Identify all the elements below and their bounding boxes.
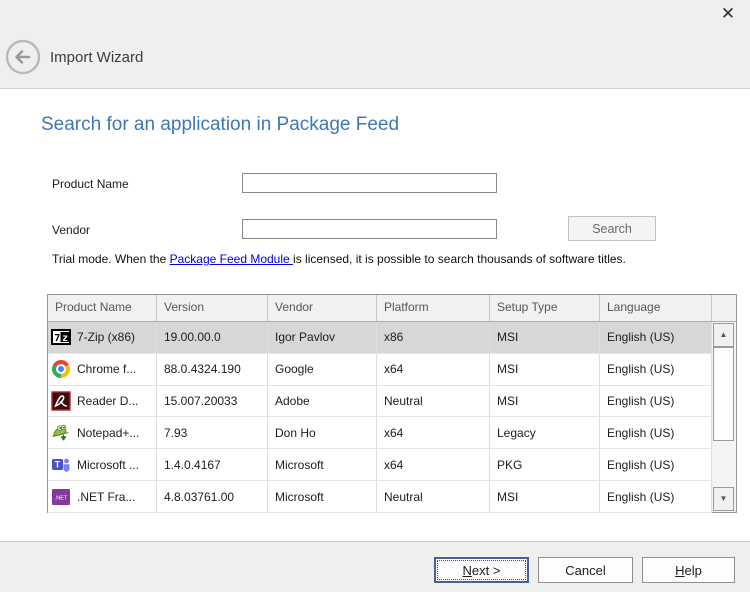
cell-vendor: Don Ho (268, 417, 377, 448)
cell-vendor: Microsoft (268, 481, 377, 512)
table-row[interactable]: Chrome f... 88.0.4324.190Googlex64MSIEngl… (48, 354, 712, 386)
cell-product: Notepad+... (48, 417, 157, 448)
cell-platform: Neutral (377, 481, 490, 512)
cell-version: 19.00.00.0 (157, 322, 268, 353)
cell-version: 88.0.4324.190 (157, 354, 268, 385)
cell-setup-type: PKG (490, 449, 600, 480)
column-header-spacer (712, 295, 736, 321)
import-wizard-dialog: ✕ Import Wizard Search for an applicatio… (0, 0, 750, 592)
back-arrow-icon (5, 39, 41, 75)
cell-vendor: Microsoft (268, 449, 377, 480)
svg-text:z: z (62, 333, 68, 344)
chrome-icon (51, 359, 71, 379)
cell-vendor: Adobe (268, 386, 377, 417)
cell-language: English (US) (600, 322, 712, 353)
dotnet-icon: .NET (51, 487, 71, 507)
cell-setup-type: MSI (490, 354, 600, 385)
cell-setup-type: MSI (490, 386, 600, 417)
svg-text:T: T (55, 459, 61, 469)
close-icon[interactable]: ✕ (715, 2, 741, 26)
cell-version: 4.8.03761.00 (157, 481, 268, 512)
adobe-reader-icon (51, 391, 71, 411)
vendor-input[interactable] (242, 219, 497, 239)
search-button[interactable]: Search (568, 216, 656, 241)
table-row[interactable]: .NET .NET Fra... 4.8.03761.00MicrosoftNeut… (48, 481, 712, 513)
svg-text:.NET: .NET (55, 495, 68, 501)
column-header-setup-type[interactable]: Setup Type (490, 295, 600, 321)
cell-product: Chrome f... (48, 354, 157, 385)
column-header-platform[interactable]: Platform (377, 295, 490, 321)
product-name-input[interactable] (242, 173, 497, 193)
next-button[interactable]: Next > (434, 557, 529, 583)
cell-product: T Microsoft ... (48, 449, 157, 480)
vertical-scrollbar[interactable]: ▲ ▼ (712, 322, 736, 512)
notepad-plus-plus-icon (51, 423, 71, 443)
cell-version: 1.4.0.4167 (157, 449, 268, 480)
cell-version: 15.007.20033 (157, 386, 268, 417)
microsoft-teams-icon: T (51, 455, 71, 475)
package-feed-module-link[interactable]: Package Feed Module (170, 252, 293, 266)
cell-platform: x86 (377, 322, 490, 353)
column-header-product-name[interactable]: Product Name (48, 295, 157, 321)
cell-language: English (US) (600, 354, 712, 385)
help-button[interactable]: Help (642, 557, 735, 583)
product-label: Chrome f... (77, 362, 136, 376)
product-label: Notepad+... (77, 426, 139, 440)
table-header-row: Product NameVersionVendorPlatformSetup T… (48, 295, 736, 322)
page-title: Search for an application in Package Fee… (41, 114, 399, 136)
cell-setup-type: MSI (490, 322, 600, 353)
table-row[interactable]: 7z 7-Zip (x86) 19.00.00.0Igor Pavlovx86MSI… (48, 322, 712, 354)
wizard-header: ✕ Import Wizard (0, 0, 750, 89)
next-button-label: ext > (472, 563, 501, 578)
scroll-up-icon[interactable]: ▲ (713, 323, 734, 347)
table-row[interactable]: Notepad+... 7.93Don Hox64LegacyEnglish (U… (48, 417, 712, 449)
product-label: 7-Zip (x86) (77, 330, 135, 344)
cell-language: English (US) (600, 386, 712, 417)
product-label: .NET Fra... (77, 490, 135, 504)
product-label: Reader D... (77, 394, 138, 408)
wizard-title: Import Wizard (50, 49, 143, 66)
product-label: Microsoft ... (77, 458, 139, 472)
button-bar (0, 541, 750, 592)
cell-product: .NET .NET Fra... (48, 481, 157, 512)
cell-language: English (US) (600, 481, 712, 512)
cell-vendor: Google (268, 354, 377, 385)
table-row[interactable]: Reader D... 15.007.20033AdobeNeutralMSIEn… (48, 386, 712, 418)
trial-notice: Trial mode. When the Package Feed Module… (52, 252, 626, 266)
cell-language: English (US) (600, 417, 712, 448)
trial-text-prefix: Trial mode. When the (52, 252, 170, 266)
column-header-language[interactable]: Language (600, 295, 712, 321)
cell-platform: Neutral (377, 386, 490, 417)
table-row[interactable]: T Microsoft ... 1.4.0.4167Microsoftx64PKGE… (48, 449, 712, 481)
cell-version: 7.93 (157, 417, 268, 448)
back-button[interactable] (5, 39, 41, 75)
cell-setup-type: Legacy (490, 417, 600, 448)
cell-product: Reader D... (48, 386, 157, 417)
help-button-label: elp (685, 563, 702, 578)
7zip-icon: 7z (51, 327, 71, 347)
help-button-accesskey: H (675, 563, 684, 578)
results-table: Product NameVersionVendorPlatformSetup T… (47, 294, 737, 513)
trial-text-suffix: is licensed, it is possible to search th… (293, 252, 626, 266)
cell-platform: x64 (377, 417, 490, 448)
cell-language: English (US) (600, 449, 712, 480)
cancel-button[interactable]: Cancel (538, 557, 633, 583)
scrollbar-thumb[interactable] (713, 347, 734, 441)
scroll-down-icon[interactable]: ▼ (713, 487, 734, 511)
next-button-accesskey: N (463, 563, 472, 578)
cell-setup-type: MSI (490, 481, 600, 512)
product-name-label: Product Name (52, 177, 129, 191)
cell-vendor: Igor Pavlov (268, 322, 377, 353)
column-header-version[interactable]: Version (157, 295, 268, 321)
cell-product: 7z 7-Zip (x86) (48, 322, 157, 353)
cell-platform: x64 (377, 449, 490, 480)
vendor-label: Vendor (52, 223, 90, 237)
column-header-vendor[interactable]: Vendor (268, 295, 377, 321)
table-body: 7z7-Zip (x86)19.00.00.0Igor Pavlovx86MSI… (48, 322, 712, 512)
svg-text:7: 7 (54, 333, 60, 344)
cell-platform: x64 (377, 354, 490, 385)
